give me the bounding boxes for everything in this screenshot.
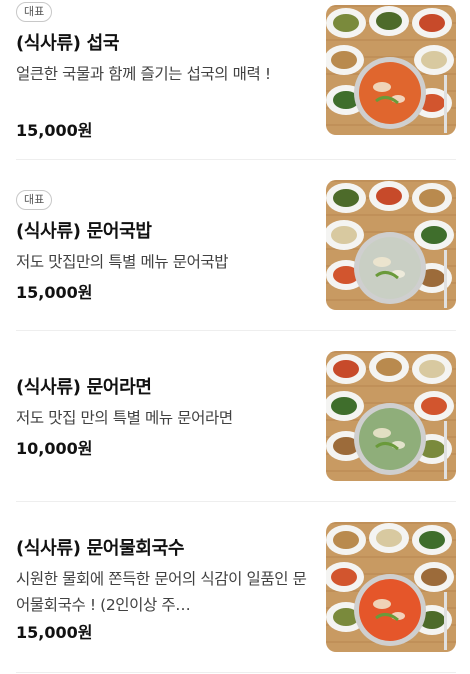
- menu-list: 대표 (식사류) 섭국 얼큰한 국물과 함께 즐기는 섭국의 매력 ! 15,0…: [0, 0, 470, 674]
- menu-item[interactable]: 대표 (식사류) 문어국밥 저도 맛집만의 특별 메뉴 문어국밥 15,000원: [16, 160, 456, 331]
- menu-item-price: 15,000원: [16, 283, 93, 302]
- menu-item-photo[interactable]: [326, 5, 456, 135]
- menu-item-name: (식사류) 문어국밥: [16, 221, 152, 242]
- menu-item-photo[interactable]: [326, 351, 456, 481]
- menu-item-name: (식사류) 섭국: [16, 33, 120, 54]
- food-photo: [326, 5, 456, 135]
- menu-item[interactable]: 대표 (식사류) 섭국 얼큰한 국물과 함께 즐기는 섭국의 매력 ! 15,0…: [16, 0, 456, 160]
- menu-item-name: (식사류) 문어물회국수: [16, 538, 185, 559]
- menu-item-name: (식사류) 문어라면: [16, 377, 152, 398]
- menu-item[interactable]: (식사류) 문어라면 저도 맛집 만의 특별 메뉴 문어라면 10,000원: [16, 331, 456, 502]
- signature-badge: 대표: [16, 2, 53, 22]
- menu-item-price: 15,000원: [16, 623, 93, 642]
- menu-item-price: 10,000원: [16, 439, 93, 458]
- menu-item-photo[interactable]: [326, 180, 456, 310]
- menu-item-price: 15,000원: [16, 121, 93, 140]
- menu-item-photo[interactable]: [326, 522, 456, 652]
- menu-item-description: 저도 맛집만의 특별 메뉴 문어국밥: [16, 253, 229, 271]
- food-photo: [326, 180, 456, 310]
- food-photo: [326, 522, 456, 652]
- menu-item[interactable]: (식사류) 문어물회국수 시원한 물회에 쫀득한 문어의 식감이 일품인 문어물…: [16, 502, 456, 673]
- menu-item-description: 저도 맛집 만의 특별 메뉴 문어라면: [16, 409, 233, 427]
- menu-item-description: 얼큰한 국물과 함께 즐기는 섭국의 매력 !: [16, 65, 271, 83]
- signature-badge: 대표: [16, 190, 53, 210]
- menu-item-description: 시원한 물회에 쫀득한 문어의 식감이 일품인 문어물회국수 ! (2인이상 주…: [16, 570, 307, 614]
- food-photo: [326, 351, 456, 481]
